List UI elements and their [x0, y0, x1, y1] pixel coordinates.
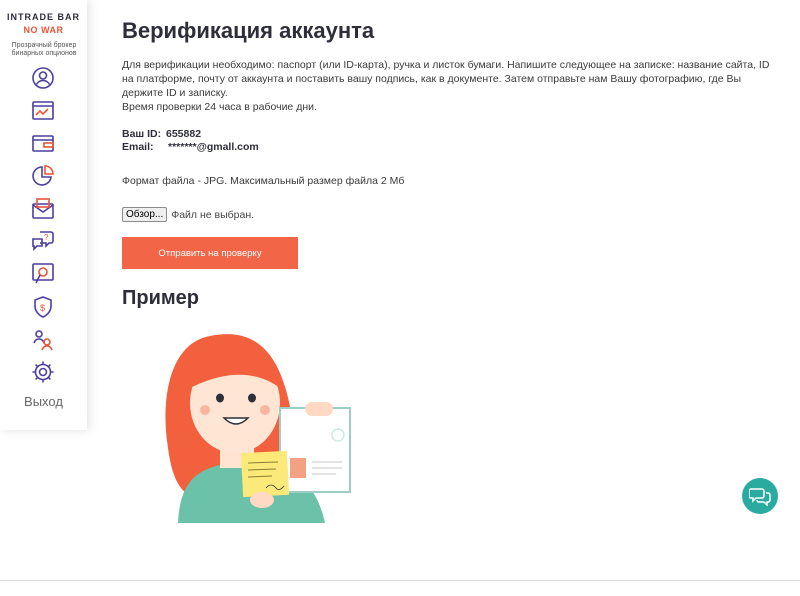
file-status: Файл не выбран.	[171, 208, 255, 221]
file-format-note: Формат файла - JPG. Максимальный размер …	[122, 175, 405, 187]
logo-sub: NO WAR	[23, 25, 64, 35]
security-shield-icon[interactable]: $	[31, 295, 55, 319]
trading-chart-icon[interactable]	[31, 99, 55, 123]
email-value: *******@gmall.com	[168, 141, 259, 153]
sidebar: INTRADE BAR NO WAR Прозрачный брокер бин…	[0, 0, 87, 430]
settings-gear-icon[interactable]	[31, 360, 55, 384]
page-title: Верификация аккаунта	[122, 18, 375, 43]
id-label: Ваш ID:	[122, 128, 162, 140]
id-value: 655882	[166, 128, 202, 140]
chat-button[interactable]	[742, 478, 778, 514]
instructions: Для верификации необходимо: паспорт (или…	[122, 58, 772, 114]
partners-icon[interactable]	[31, 327, 55, 351]
browse-button[interactable]: Обзор...	[122, 207, 168, 222]
file-input[interactable]: Обзор... Файл не выбран.	[122, 207, 254, 222]
logo[interactable]: INTRADE BAR NO WAR	[0, 12, 87, 35]
account-info: Ваш ID: 655882 Email: *******@gmall.com	[122, 128, 259, 154]
footer-divider	[0, 580, 800, 581]
svg-text:?: ?	[44, 233, 49, 242]
review-time-text: Время проверки 24 часа в рабочие дни.	[122, 101, 317, 113]
chat-bubbles-icon	[749, 488, 771, 506]
user-circle-icon[interactable]	[31, 66, 55, 90]
instructions-text: Для верификации необходимо: паспорт (или…	[122, 59, 770, 99]
mail-icon[interactable]	[31, 197, 55, 221]
svg-text:$: $	[40, 303, 45, 313]
logo-main: INTRADE BAR	[7, 12, 80, 22]
email-label: Email:	[122, 141, 154, 153]
example-title: Пример	[122, 287, 200, 309]
submit-verification-button[interactable]: Отправить на проверку	[122, 237, 298, 269]
search-analysis-icon[interactable]	[31, 262, 55, 286]
pie-chart-icon[interactable]	[31, 164, 55, 188]
logout-link[interactable]: Выход	[0, 394, 87, 409]
faq-chat-icon[interactable]: ?	[31, 229, 55, 253]
wallet-icon[interactable]	[31, 131, 55, 155]
example-illustration	[150, 318, 360, 528]
tagline: Прозрачный брокер бинарных опционов	[11, 42, 77, 57]
